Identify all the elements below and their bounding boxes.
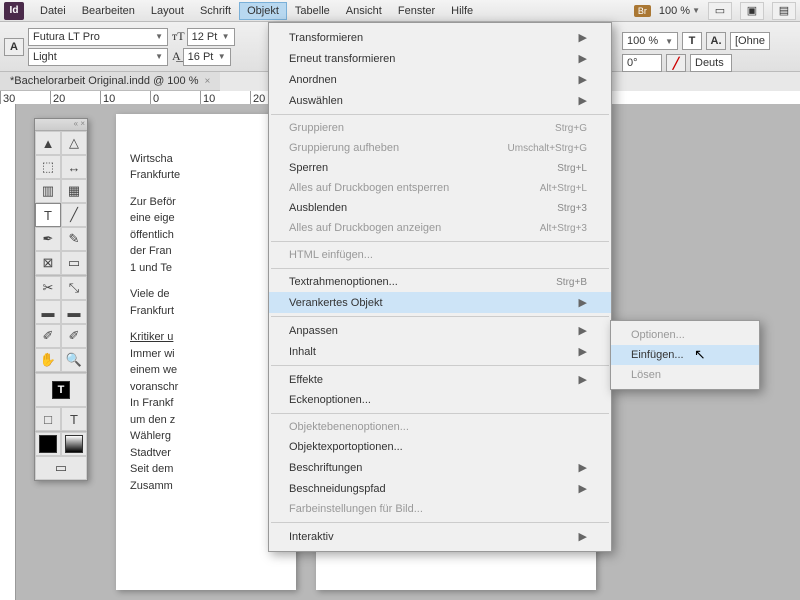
leading-icon: A͟: [172, 49, 181, 64]
format-container-icon[interactable]: □: [35, 407, 61, 431]
apply-color-icon[interactable]: [35, 432, 61, 456]
rectangle-frame-icon[interactable]: ⊠: [35, 251, 61, 275]
rectangle-tool-icon[interactable]: ▭: [61, 251, 87, 275]
screen-mode-icon[interactable]: ▣: [740, 2, 764, 20]
font-weight-dropdown[interactable]: Light▼: [28, 48, 168, 66]
objekt-item-29[interactable]: Interaktiv▶: [269, 526, 611, 547]
objekt-item-15[interactable]: Verankertes Objekt▶: [269, 292, 611, 313]
menu-datei[interactable]: Datei: [32, 2, 74, 20]
objekt-item-14[interactable]: Textrahmenoptionen...Strg+B: [269, 272, 611, 292]
objekt-item-24[interactable]: Objektexportoptionen...: [269, 437, 611, 457]
objekt-item-7[interactable]: SperrenStrg+L: [269, 158, 611, 178]
objekt-item-5: GruppierenStrg+G: [269, 118, 611, 138]
pencil-tool-icon[interactable]: ✎: [61, 227, 87, 251]
objekt-item-25[interactable]: Beschriftungen▶: [269, 457, 611, 478]
objekt-item-8: Alles auf Druckbogen entsperrenAlt+Strg+…: [269, 178, 611, 198]
gradient-swatch-icon[interactable]: ▬: [35, 300, 61, 324]
content-collector-icon[interactable]: ▥: [35, 179, 61, 203]
font-size-icon: тT: [172, 29, 185, 44]
objekt-item-21[interactable]: Eckenoptionen...: [269, 390, 611, 410]
char-style-dropdown[interactable]: [Ohne: [730, 32, 770, 50]
objekt-item-26[interactable]: Beschneidungspfad▶: [269, 478, 611, 499]
eyedropper-tool-icon[interactable]: ✐: [61, 324, 87, 348]
menubar-right: Br 100 %▼ ▭ ▣ ▤: [634, 2, 796, 20]
pen-tool-icon[interactable]: ✒: [35, 227, 61, 251]
type-tool-icon[interactable]: T: [35, 203, 61, 227]
gradient-feather-icon[interactable]: ▬: [61, 300, 87, 324]
tools-panel-header[interactable]: « ×: [35, 119, 87, 131]
objekt-item-23: Objektebenenoptionen...: [269, 417, 611, 437]
menu-hilfe[interactable]: Hilfe: [443, 2, 481, 20]
text-color-icon[interactable]: T: [682, 32, 702, 50]
scissors-tool-icon[interactable]: ✂: [35, 276, 61, 300]
vertical-ruler: [0, 104, 16, 600]
arrange-icon[interactable]: ▤: [772, 2, 796, 20]
no-fill-icon[interactable]: ╱: [666, 54, 686, 72]
objekt-item-18[interactable]: Inhalt▶: [269, 341, 611, 362]
gap-tool-icon[interactable]: ↔: [61, 155, 87, 179]
view-options-icon[interactable]: ▭: [708, 2, 732, 20]
tools-panel: « × ▲ △ ⬚ ↔ ▥ ▦ T ╱ ✒ ✎ ⊠ ▭ ✂ ⤡ ▬ ▬ ✐ ✐ …: [34, 118, 88, 481]
objekt-dropdown-menu: Transformieren▶Erneut transformieren▶Ano…: [268, 22, 612, 552]
anchored-item-0: Optionen...: [611, 325, 759, 345]
menubar: Id DateiBearbeitenLayoutSchriftObjektTab…: [0, 0, 800, 22]
line-tool-icon[interactable]: ╱: [61, 203, 87, 227]
format-text-icon[interactable]: T: [61, 407, 87, 431]
menu-schrift[interactable]: Schrift: [192, 2, 239, 20]
verankertes-objekt-submenu: Optionen...Einfügen...Lösen: [610, 320, 760, 390]
control-bar-right: 100 %▼ T A. [Ohne 0° ╱ Deuts: [620, 30, 800, 74]
content-placer-icon[interactable]: ▦: [61, 179, 87, 203]
objekt-item-12: HTML einfügen...: [269, 245, 611, 265]
anchored-item-2: Lösen: [611, 365, 759, 385]
font-family-dropdown[interactable]: Futura LT Pro▼: [28, 28, 168, 46]
page-tool-icon[interactable]: ⬚: [35, 155, 61, 179]
menu-ansicht[interactable]: Ansicht: [338, 2, 390, 20]
objekt-item-27: Farbeinstellungen für Bild...: [269, 499, 611, 519]
char-style-icon[interactable]: A.: [706, 32, 726, 50]
objekt-item-10: Alles auf Druckbogen anzeigenAlt+Strg+3: [269, 218, 611, 238]
document-tab-label: *Bachelorarbeit Original.indd @ 100 %: [10, 75, 199, 87]
char-format-icon[interactable]: A: [4, 38, 24, 56]
hand-tool-icon[interactable]: ✋: [35, 348, 61, 372]
menu-objekt[interactable]: Objekt: [239, 2, 287, 20]
objekt-item-0[interactable]: Transformieren▶: [269, 27, 611, 48]
objekt-item-20[interactable]: Effekte▶: [269, 369, 611, 390]
objekt-item-9[interactable]: AusblendenStrg+3: [269, 198, 611, 218]
direct-selection-tool-icon[interactable]: △: [61, 131, 87, 155]
bridge-badge[interactable]: Br: [634, 5, 651, 17]
close-tab-icon[interactable]: ×: [205, 76, 211, 87]
zoom-tool-icon[interactable]: 🔍: [61, 348, 87, 372]
page-number: 7: [130, 134, 282, 151]
fill-stroke-icon[interactable]: T: [35, 373, 87, 407]
objekt-item-3[interactable]: Auswählen▶: [269, 90, 611, 111]
anchored-item-1[interactable]: Einfügen...: [611, 345, 759, 365]
font-size-dropdown[interactable]: 12 Pt▼: [187, 28, 235, 46]
screen-mode-tool-icon[interactable]: ▭: [35, 456, 87, 480]
zoom-2-dropdown[interactable]: 100 %▼: [622, 32, 678, 50]
apply-gradient-icon[interactable]: [61, 432, 87, 456]
zoom-control[interactable]: 100 %▼: [659, 5, 700, 17]
menu-bearbeiten[interactable]: Bearbeiten: [74, 2, 143, 20]
objekt-item-2[interactable]: Anordnen▶: [269, 69, 611, 90]
menu-tabelle[interactable]: Tabelle: [287, 2, 338, 20]
objekt-item-17[interactable]: Anpassen▶: [269, 320, 611, 341]
leading-dropdown[interactable]: 16 Pt▼: [183, 48, 231, 66]
objekt-item-1[interactable]: Erneut transformieren▶: [269, 48, 611, 69]
menu-fenster[interactable]: Fenster: [390, 2, 443, 20]
selection-tool-icon[interactable]: ▲: [35, 131, 61, 155]
app-logo-icon: Id: [4, 2, 24, 20]
rotation-input[interactable]: 0°: [622, 54, 662, 72]
language-dropdown[interactable]: Deuts: [690, 54, 732, 72]
note-tool-icon[interactable]: ✐: [35, 324, 61, 348]
objekt-item-6: Gruppierung aufhebenUmschalt+Strg+G: [269, 138, 611, 158]
free-transform-icon[interactable]: ⤡: [61, 276, 87, 300]
menu-layout[interactable]: Layout: [143, 2, 192, 20]
document-tab[interactable]: *Bachelorarbeit Original.indd @ 100 % ×: [0, 72, 220, 91]
